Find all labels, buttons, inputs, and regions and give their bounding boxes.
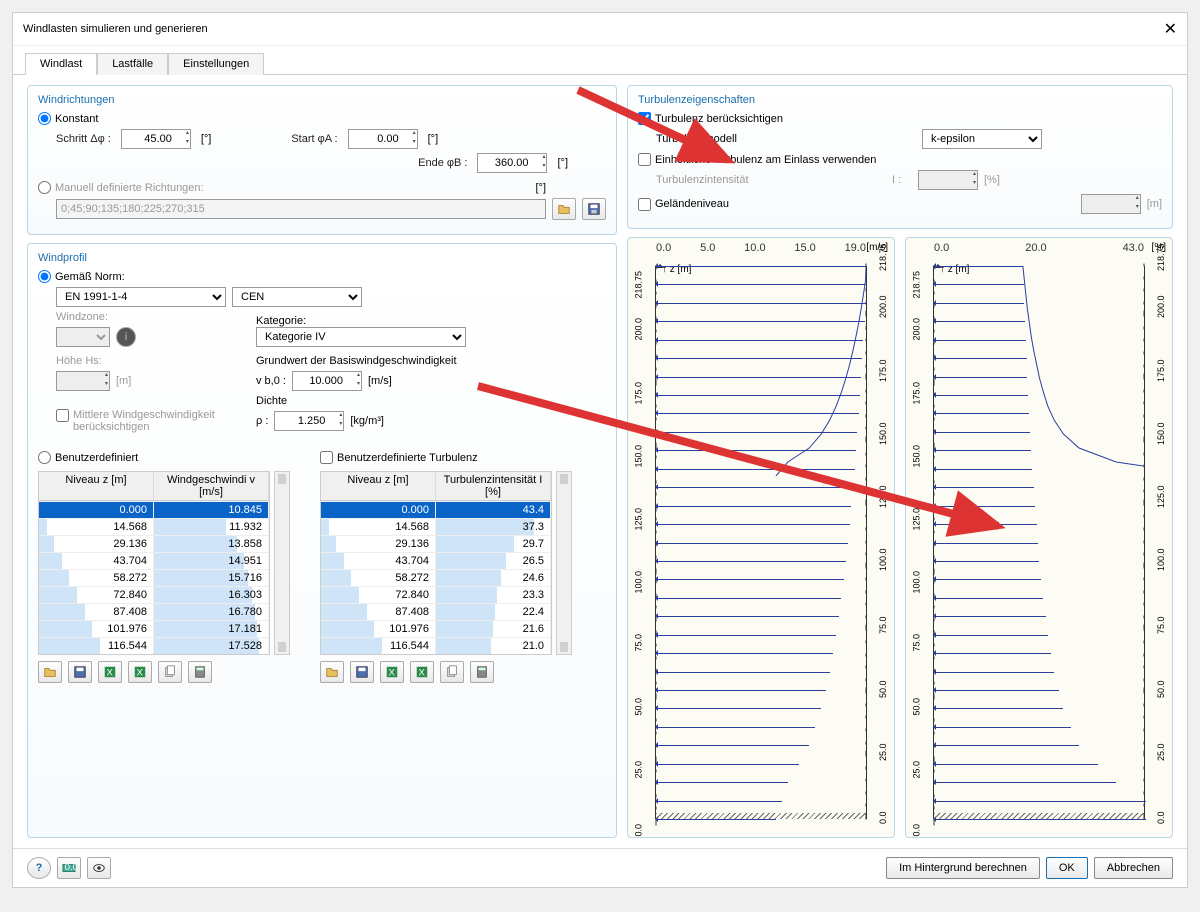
units-icon[interactable]: 0.00	[57, 857, 81, 879]
vb0-label: v b,0 :	[256, 375, 286, 387]
turbulence-table[interactable]: Niveau z [m]Turbulenzintensität I [%] 0.…	[320, 471, 552, 655]
end-label: Ende φB :	[418, 157, 467, 169]
norm-annex-select[interactable]: CEN	[232, 287, 362, 307]
group-wind-directions: Windrichtungen Konstant Schritt Δφ : [°]…	[27, 85, 617, 235]
group-title: Turbulenzeigenschaften	[638, 94, 1162, 106]
windzone-select	[56, 327, 110, 347]
save-icon[interactable]	[582, 198, 606, 220]
radio-user-defined[interactable]: Benutzerdefiniert	[38, 451, 138, 464]
radio-constant[interactable]: Konstant	[38, 112, 98, 125]
rho-input[interactable]	[274, 411, 344, 431]
turbulence-profile-chart: 0.020.043.0[%]↑ z [m]0.025.050.075.0100.…	[905, 237, 1173, 838]
category-select[interactable]: Kategorie IV	[256, 327, 466, 347]
tabstrip: Windlast Lastfälle Einstellungen	[13, 46, 1187, 75]
norm-standard-select[interactable]: EN 1991-1-4	[56, 287, 226, 307]
step-label: Schritt Δφ :	[56, 133, 111, 145]
group-wind-profile: Windprofil Gemäß Norm: EN 1991-1-4 CEN W…	[27, 243, 617, 838]
svg-text:X: X	[389, 668, 396, 679]
manual-directions-input[interactable]	[56, 199, 546, 219]
tab-lastfaelle[interactable]: Lastfälle	[97, 53, 168, 75]
model-label: Turbulenzmodell	[656, 133, 916, 145]
svg-text:X: X	[419, 668, 426, 679]
help-icon[interactable]: ?	[27, 857, 51, 879]
turbulence-model-select[interactable]: k-epsilon	[922, 129, 1042, 149]
uniform-turbulence-checkbox[interactable]: Einheitliche Turbulenz am Einlass verwen…	[638, 153, 876, 166]
open-icon[interactable]	[320, 661, 344, 683]
save-icon[interactable]	[68, 661, 92, 683]
radio-norm[interactable]: Gemäß Norm:	[38, 270, 125, 283]
velocity-table[interactable]: Niveau z [m]Windgeschwindi v [m/s] 0.000…	[38, 471, 270, 655]
scrollbar[interactable]	[556, 471, 572, 655]
intensity-label: Turbulenzintensität	[656, 174, 886, 186]
rho-label: ρ :	[256, 415, 268, 427]
vb0-title: Grundwert der Basiswindgeschwindigkeit	[256, 355, 457, 367]
end-input[interactable]	[477, 153, 547, 173]
terrain-level-input	[1081, 194, 1141, 214]
dialog-window: Windlasten simulieren und generieren ✕ W…	[12, 12, 1188, 888]
mean-wind-checkbox[interactable]: Mittlere Windgeschwindigkeit berücksicht…	[56, 409, 236, 433]
terrain-level-checkbox[interactable]: Geländeniveau	[638, 198, 729, 211]
svg-text:0.00: 0.00	[65, 862, 76, 873]
excel-import-icon[interactable]: X	[380, 661, 404, 683]
excel-export-icon[interactable]: X	[128, 661, 152, 683]
start-label: Start φA :	[291, 133, 337, 145]
radio-manual[interactable]: Manuell definierte Richtungen:	[38, 181, 204, 194]
hs-label: Höhe Hs:	[56, 355, 226, 367]
copy-icon[interactable]	[158, 661, 182, 683]
group-title: Windprofil	[38, 252, 606, 264]
svg-text:X: X	[107, 668, 114, 679]
calc-background-button[interactable]: Im Hintergrund berechnen	[886, 857, 1040, 879]
calc-icon[interactable]	[188, 661, 212, 683]
calc-icon[interactable]	[470, 661, 494, 683]
vb0-input[interactable]	[292, 371, 362, 391]
scrollbar[interactable]	[274, 471, 290, 655]
density-title: Dichte	[256, 395, 457, 407]
info-icon[interactable]: i	[116, 327, 136, 347]
group-title: Windrichtungen	[38, 94, 606, 106]
hs-input	[56, 371, 110, 391]
excel-import-icon[interactable]: X	[98, 661, 122, 683]
svg-text:X: X	[137, 668, 144, 679]
ok-button[interactable]: OK	[1046, 857, 1088, 879]
step-input[interactable]	[121, 129, 191, 149]
window-title: Windlasten simulieren und generieren	[23, 23, 208, 35]
cancel-button[interactable]: Abbrechen	[1094, 857, 1173, 879]
tab-einstellungen[interactable]: Einstellungen	[168, 53, 264, 75]
consider-turbulence-checkbox[interactable]: Turbulenz berücksichtigen	[638, 112, 783, 125]
open-icon[interactable]	[552, 198, 576, 220]
tab-windlast[interactable]: Windlast	[25, 53, 97, 75]
save-icon[interactable]	[350, 661, 374, 683]
user-turbulence-checkbox[interactable]: Benutzerdefinierte Turbulenz	[320, 451, 478, 464]
velocity-profile-chart: 0.05.010.015.019.0[m/s]↑ z [m]0.025.050.…	[627, 237, 895, 838]
open-icon[interactable]	[38, 661, 62, 683]
excel-export-icon[interactable]: X	[410, 661, 434, 683]
copy-icon[interactable]	[440, 661, 464, 683]
preview-icon[interactable]	[87, 857, 111, 879]
intensity-input	[918, 170, 978, 190]
category-label: Kategorie:	[256, 315, 466, 327]
group-turbulence: Turbulenzeigenschaften Turbulenz berücks…	[627, 85, 1173, 229]
windzone-label: Windzone:	[56, 311, 226, 323]
start-input[interactable]	[348, 129, 418, 149]
close-icon[interactable]: ✕	[1164, 19, 1177, 39]
